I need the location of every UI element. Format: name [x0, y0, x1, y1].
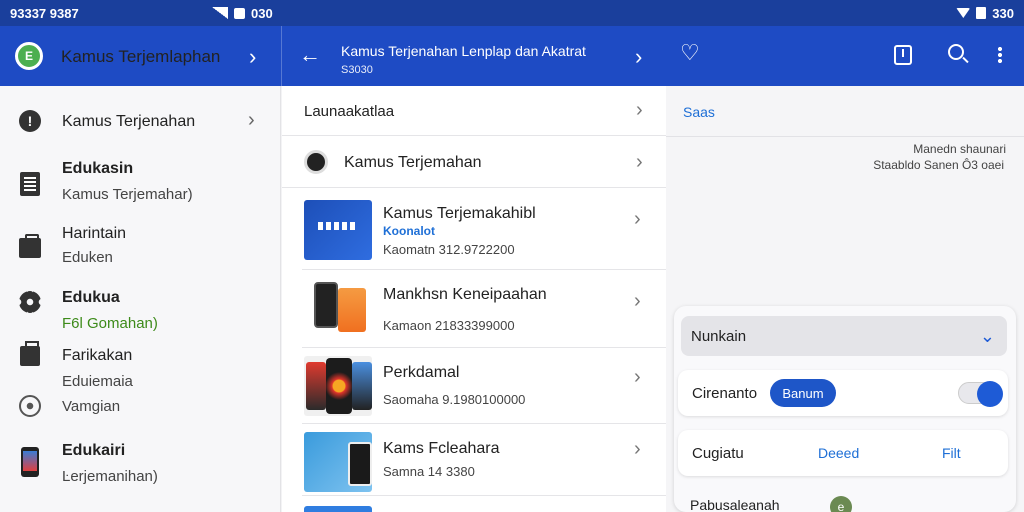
battery-icon	[976, 7, 987, 19]
sidebar-item-label: Kamus Terjenahan	[62, 113, 196, 130]
app-title-text: Perkdamal	[383, 364, 460, 381]
deeed-button[interactable]: Deeed	[818, 445, 859, 461]
sidebar-item-sublabel: Kamus Terjemahar)	[62, 186, 193, 203]
status-mid-text: 030	[251, 5, 273, 21]
list-item[interactable]: Kams Fcleahara Samna 14 3380 ›	[302, 424, 666, 496]
pane-meta-line: Manedn shaunari	[913, 142, 1006, 156]
chevron-right-icon: ›	[634, 290, 641, 312]
option-row-cugiatu: Cugiatu Deeed Filt	[678, 430, 1008, 476]
signal-icon	[212, 7, 228, 19]
list-item[interactable]	[302, 504, 666, 512]
sidebar-item-label: Edukua	[62, 289, 120, 306]
status-time: 93337 9387	[10, 5, 79, 21]
sidebar-item-kamus[interactable]: ! Kamus Terjenahan ›	[0, 86, 281, 156]
pane-meta-line: Staabldo Sanen Ô3 oaei	[873, 158, 1004, 172]
section-label: Launaakatlaa	[304, 103, 395, 120]
sidebar-item-label: Edukasin	[62, 160, 134, 177]
sidebar-item-edukasin[interactable]: Edukasin Kamus Terjemahar)	[0, 156, 281, 222]
app-meta: Saomaha 9.1980100000	[383, 392, 526, 407]
sidebar-item-farikakan[interactable]: Farikakan Eduiemaia	[0, 341, 281, 396]
back-arrow-icon[interactable]: ←	[299, 42, 321, 68]
list-item[interactable]: Mankhsn Keneipaahan Kamaon 21833399000 ›	[302, 270, 666, 348]
phone-icon	[18, 447, 42, 477]
app-avatar-icon	[304, 150, 328, 174]
briefcase-icon	[18, 234, 42, 260]
appbar-divider	[281, 26, 282, 86]
chevron-right-icon: ›	[634, 208, 641, 230]
app-title-text: Mankhsn Keneipaahan	[383, 286, 547, 303]
sidebar-item-label: Edukairi	[62, 442, 126, 459]
bookmark-icon[interactable]	[894, 45, 912, 65]
app-title-text: Kams Fcleahara	[383, 440, 500, 457]
chevron-right-icon: ›	[634, 438, 641, 460]
main-list: Launaakatlaa › Kamus Terjemahan › Kamus …	[282, 86, 666, 512]
square-icon	[234, 7, 245, 19]
sidebar-item-sublabel: F6l Gomahan)	[62, 315, 158, 332]
search-icon[interactable]	[948, 44, 964, 60]
sidebar-item-harintain[interactable]: Harintain Eduken	[0, 222, 281, 286]
category-dropdown[interactable]: Nunkain ⌄	[681, 316, 1007, 356]
sidebar-item-sublabel: Eduiemaia	[62, 373, 133, 390]
app-title: Kamus Terjemlaphan	[61, 47, 221, 66]
tab-saas[interactable]: Saas	[683, 104, 715, 120]
app-meta: Samna 14 3380	[383, 464, 475, 479]
filter-button[interactable]: Filt	[942, 445, 961, 461]
list-item-kamus[interactable]: Kamus Terjemahan ›	[282, 136, 666, 188]
chevron-down-icon: ⌄	[979, 326, 995, 346]
chevron-right-icon: ›	[248, 109, 255, 131]
option-label: Cugiatu	[692, 445, 744, 462]
toggle-knob	[977, 381, 1003, 407]
wifi-icon	[956, 8, 971, 18]
list-item[interactable]: Kamus Terjemakahibl Koonalot Kaomatn 312…	[302, 192, 666, 270]
toggle-switch[interactable]	[958, 381, 1003, 407]
chevron-right-icon[interactable]: ›	[249, 44, 256, 70]
pane-divider	[666, 136, 1024, 137]
detail-subtitle: S3030	[341, 64, 373, 76]
sidebar-item-label: Farikakan	[62, 347, 133, 364]
app-thumbnail	[304, 506, 372, 512]
detail-title: Kamus Terjenahan Lenplap dan Akatrat	[341, 43, 586, 59]
app-meta: Kaomatn 312.9722200	[383, 242, 515, 257]
sidebar-item-sublabel: Ŀerjemanihan)	[62, 468, 158, 485]
bag-icon	[18, 341, 42, 368]
app-logo-icon: E	[15, 42, 43, 70]
sidebar-item-vamgian[interactable]: Vamgian	[0, 394, 281, 424]
dropdown-value: Nunkain	[691, 328, 747, 345]
sidebar-item-sublabel: Vamgian	[62, 398, 121, 415]
list-item[interactable]: Perkdamal Saomaha 9.1980100000 ›	[302, 348, 666, 424]
sidebar-item-edukairi[interactable]: Edukairi Ŀerjemanihan)	[0, 434, 281, 504]
app-title-text: Kamus Terjemakahibl	[383, 205, 536, 222]
sidebar-item-edukua[interactable]: Edukua F6l Gomahan)	[0, 286, 281, 344]
status-right-text: 330	[992, 5, 1014, 21]
more-vert-icon[interactable]	[998, 46, 1002, 64]
sidebar-item-sublabel: Eduken	[62, 249, 113, 266]
heart-icon[interactable]: ♡	[680, 40, 700, 66]
status-bar: 93337 9387 030 330	[0, 0, 1024, 26]
disc-icon	[18, 394, 42, 418]
sidebar: ! Kamus Terjenahan › Edukasin Kamus Terj…	[0, 86, 281, 512]
option-label-bottom: Pabusaleanah	[690, 497, 780, 512]
settings-pane: Saas Manedn shaunari Staabldo Sanen Ô3 o…	[666, 86, 1024, 512]
chevron-right-icon[interactable]: ›	[635, 44, 642, 70]
sidebar-item-label: Harintain	[62, 225, 127, 242]
app-bar: E Kamus Terjemlaphan › ← Kamus Terjenaha…	[0, 26, 1024, 86]
option-chip[interactable]: Banum	[770, 379, 836, 407]
app-thumbnail	[304, 356, 372, 416]
alert-icon: !	[18, 109, 42, 133]
gear-icon	[18, 290, 42, 314]
app-thumbnail	[304, 278, 372, 338]
app-subtitle: Koonalot	[383, 224, 435, 238]
option-label: Cirenanto	[692, 385, 758, 402]
document-icon	[18, 172, 42, 196]
badge-icon[interactable]: e	[830, 496, 852, 512]
option-row-cirenanto: Cirenanto Banum	[678, 370, 1008, 416]
app-thumbnail	[304, 200, 372, 260]
chevron-right-icon: ›	[636, 151, 643, 173]
section-header-row[interactable]: Launaakatlaa ›	[282, 86, 666, 136]
chevron-right-icon: ›	[634, 366, 641, 388]
list-item-label: Kamus Terjemahan	[344, 154, 482, 171]
app-meta: Kamaon 21833399000	[383, 318, 515, 333]
chevron-right-icon: ›	[636, 99, 643, 121]
app-thumbnail	[304, 432, 372, 492]
